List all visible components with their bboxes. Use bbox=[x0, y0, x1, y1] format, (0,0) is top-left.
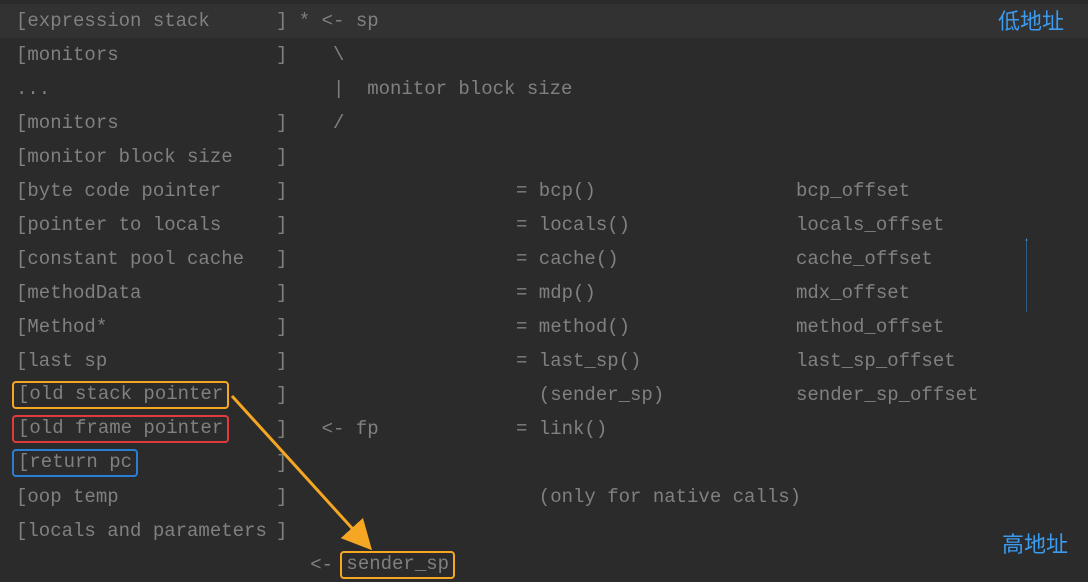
stack-row: [old stack pointer] (sender_sp)sender_sp… bbox=[0, 378, 1088, 412]
stack-bracket: ] bbox=[276, 214, 516, 236]
sender-sp-line: <- sender_sp bbox=[0, 548, 1088, 582]
stack-accessor: (sender_sp) bbox=[516, 384, 796, 406]
high-address-label: 高地址 bbox=[1002, 527, 1068, 559]
stack-field-name: [return pc bbox=[16, 449, 276, 477]
stack-row: [old frame pointer] <- fp= link() bbox=[0, 412, 1088, 446]
stack-bracket: ] bbox=[276, 316, 516, 338]
stack-field-name: [monitor block size bbox=[16, 146, 276, 168]
stack-accessor: = bcp() bbox=[516, 180, 796, 202]
stack-offset: sender_sp_offset bbox=[796, 384, 1088, 406]
stack-bracket: ] bbox=[276, 146, 516, 168]
stack-bracket: ] \ bbox=[276, 44, 516, 66]
stack-row: [monitors] / bbox=[0, 106, 1088, 140]
stack-bracket: ] * <- sp bbox=[276, 10, 516, 32]
stack-row: [oop temp] (only for native calls) bbox=[0, 480, 1088, 514]
highlighted-field: [return pc bbox=[12, 449, 138, 477]
stack-row: [pointer to locals]= locals()locals_offs… bbox=[0, 208, 1088, 242]
stack-offset: cache_offset bbox=[796, 248, 1088, 270]
stack-bracket: ] bbox=[276, 180, 516, 202]
stack-accessor: = mdp() bbox=[516, 282, 796, 304]
stack-field-name: [old frame pointer bbox=[16, 415, 276, 443]
low-address-label: 低地址 bbox=[998, 4, 1064, 36]
stack-field-name: [old stack pointer bbox=[16, 381, 276, 409]
stack-accessor: (only for native calls) bbox=[516, 486, 796, 508]
stack-row: [constant pool cache]= cache()cache_offs… bbox=[0, 242, 1088, 276]
stack-bracket: ] bbox=[276, 384, 516, 406]
stack-bracket: ] bbox=[276, 452, 516, 474]
stack-accessor: = locals() bbox=[516, 214, 796, 236]
stack-bracket: ] <- fp bbox=[276, 418, 516, 440]
stack-row: [last sp]= last_sp()last_sp_offset bbox=[0, 344, 1088, 378]
stack-field-name: [byte code pointer bbox=[16, 180, 276, 202]
stack-row: [methodData]= mdp()mdx_offset bbox=[0, 276, 1088, 310]
stack-row: ... | monitor block size bbox=[0, 72, 1088, 106]
stack-row: [expression stack] * <- sp bbox=[0, 4, 1088, 38]
highlighted-field: [old stack pointer bbox=[12, 381, 229, 409]
stack-bracket: ] bbox=[276, 282, 516, 304]
stack-bracket: ] bbox=[276, 248, 516, 270]
stack-bracket: ] bbox=[276, 486, 516, 508]
stack-field-name: [expression stack bbox=[16, 10, 276, 32]
address-direction-arrow bbox=[1025, 30, 1028, 520]
stack-offset: bcp_offset bbox=[796, 180, 1088, 202]
stack-row: [monitors] \ bbox=[0, 38, 1088, 72]
stack-field-name: [constant pool cache bbox=[16, 248, 276, 270]
stack-field-name: [pointer to locals bbox=[16, 214, 276, 236]
stack-offset: locals_offset bbox=[796, 214, 1088, 236]
stack-field-name: [monitors bbox=[16, 44, 276, 66]
stack-bracket: ] bbox=[276, 350, 516, 372]
stack-field-name: [locals and parameters bbox=[16, 520, 276, 542]
stack-accessor: = cache() bbox=[516, 248, 796, 270]
stack-accessor: = method() bbox=[516, 316, 796, 338]
stack-field-name: [monitors bbox=[16, 112, 276, 134]
stack-row: [Method*]= method()method_offset bbox=[0, 310, 1088, 344]
stack-field-name: [Method* bbox=[16, 316, 276, 338]
stack-row: [monitor block size] bbox=[0, 140, 1088, 174]
stack-row: [byte code pointer]= bcp()bcp_offset bbox=[0, 174, 1088, 208]
stack-field-name: [oop temp bbox=[16, 486, 276, 508]
stack-field-name: [methodData bbox=[16, 282, 276, 304]
stack-field-name: [last sp bbox=[16, 350, 276, 372]
stack-offset: method_offset bbox=[796, 316, 1088, 338]
stack-row: [return pc] bbox=[0, 446, 1088, 480]
stack-frame-diagram: [expression stack] * <- sp[monitors] \..… bbox=[0, 4, 1088, 548]
stack-row: [locals and parameters] bbox=[0, 514, 1088, 548]
stack-bracket: ] / bbox=[276, 112, 516, 134]
stack-field-name: ... bbox=[16, 78, 276, 100]
stack-offset: last_sp_offset bbox=[796, 350, 1088, 372]
stack-accessor: = link() bbox=[516, 418, 796, 440]
highlighted-field: [old frame pointer bbox=[12, 415, 229, 443]
stack-accessor: = last_sp() bbox=[516, 350, 796, 372]
stack-bracket: ] bbox=[276, 520, 516, 542]
stack-bracket: | monitor block size bbox=[276, 78, 516, 100]
stack-offset: mdx_offset bbox=[796, 282, 1088, 304]
